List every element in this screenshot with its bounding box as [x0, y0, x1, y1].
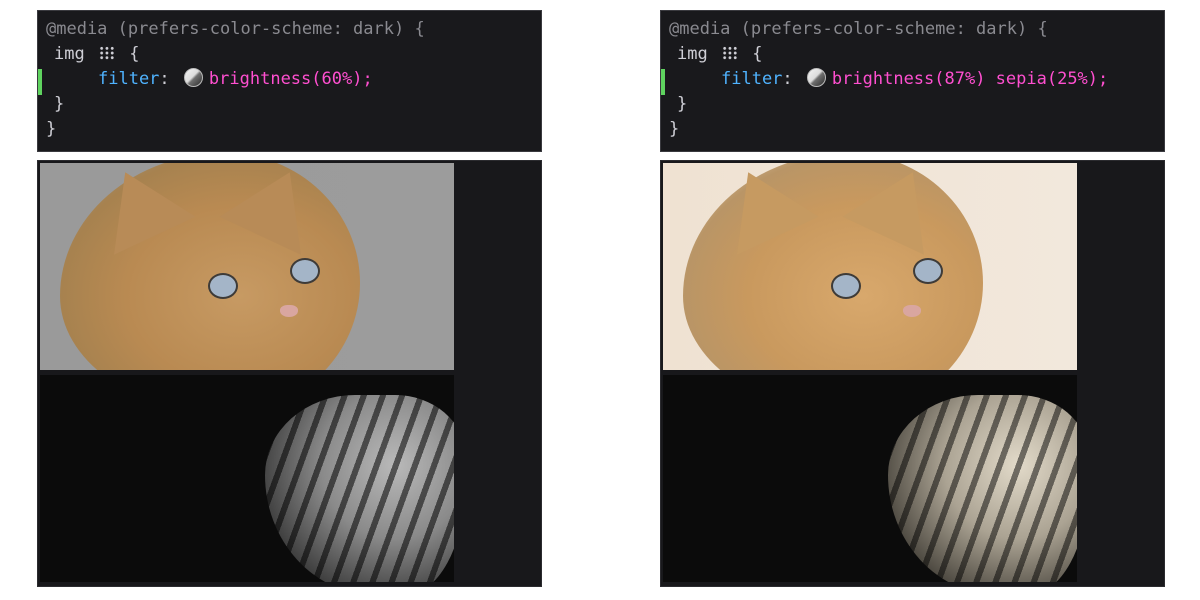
kitten-eye-right: [290, 258, 320, 284]
tiger-head: [265, 395, 454, 582]
tiger-image: [663, 375, 1077, 582]
kitten-eye-left: [831, 273, 861, 299]
close-brace-outer: }: [669, 119, 680, 139]
filter-swatch-icon[interactable]: [183, 68, 203, 87]
kitten-image: [40, 163, 454, 370]
open-brace: {: [129, 44, 140, 64]
selector: img: [54, 44, 85, 64]
selector-line: img {: [669, 42, 1156, 67]
kitten-nose: [903, 305, 921, 317]
left-panel: @media (prefers-color-scheme: dark) { im…: [37, 10, 542, 587]
close-brace-inner: }: [677, 94, 688, 114]
media-query-line: @media (prefers-color-scheme: dark) {: [669, 19, 1048, 39]
open-brace: {: [752, 44, 763, 64]
tiger-image: [40, 375, 454, 582]
grid-icon[interactable]: [721, 46, 738, 60]
css-code-editor[interactable]: @media (prefers-color-scheme: dark) { im…: [660, 10, 1165, 152]
kitten-eye-right: [913, 258, 943, 284]
close-brace-outer: }: [46, 119, 57, 139]
media-query-line: @media (prefers-color-scheme: dark) {: [46, 19, 425, 39]
kitten-image: [663, 163, 1077, 370]
change-marker: [661, 69, 665, 95]
image-preview: [37, 160, 542, 587]
kitten-nose: [280, 305, 298, 317]
property-value[interactable]: brightness(87%) sepia(25%);: [832, 69, 1108, 89]
image-preview: [660, 160, 1165, 587]
grid-icon[interactable]: [98, 46, 115, 60]
close-brace-inner: }: [54, 94, 65, 114]
property-name: filter: [721, 69, 783, 89]
right-panel: @media (prefers-color-scheme: dark) { im…: [660, 10, 1165, 587]
property-value[interactable]: brightness(60%);: [209, 69, 373, 89]
css-code-editor[interactable]: @media (prefers-color-scheme: dark) { im…: [37, 10, 542, 152]
change-marker: [38, 69, 42, 95]
filter-swatch-icon[interactable]: [806, 68, 826, 87]
property-name: filter: [98, 69, 160, 89]
selector-line: img {: [46, 42, 533, 67]
colon: :: [782, 69, 793, 89]
kitten-eye-left: [208, 273, 238, 299]
colon: :: [159, 69, 170, 89]
tiger-head: [888, 395, 1077, 582]
filter-declaration[interactable]: filter: brightness(87%) sepia(25%);: [669, 67, 1156, 92]
selector: img: [677, 44, 708, 64]
filter-declaration[interactable]: filter: brightness(60%);: [46, 67, 533, 92]
